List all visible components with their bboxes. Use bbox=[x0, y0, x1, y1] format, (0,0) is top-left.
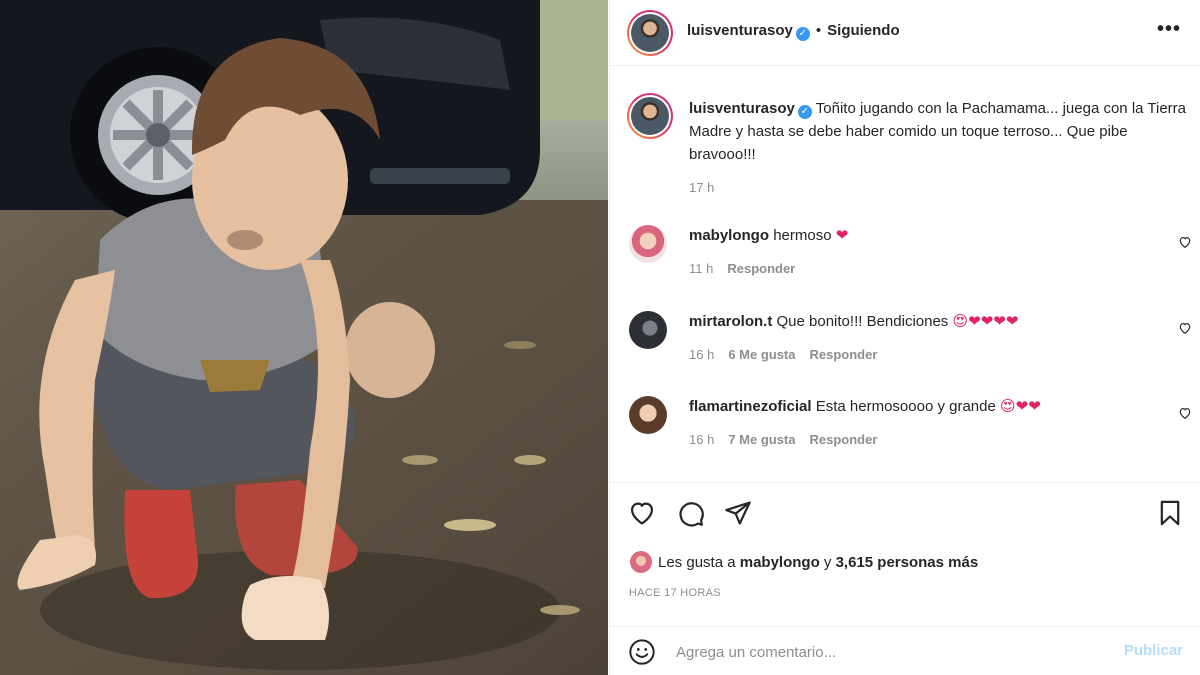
comment-item: mirtarolon.t Que bonito!!! Bendiciones 😍… bbox=[627, 311, 1192, 381]
commenter-avatar[interactable] bbox=[629, 311, 667, 349]
comment-like-count[interactable]: 7 Me gusta bbox=[728, 432, 795, 447]
comment-like-icon[interactable] bbox=[1178, 321, 1192, 340]
post-side-panel: luisventurasoy ✓ • Siguiendo ••• luisventur… bbox=[609, 0, 1200, 675]
separator-dot: • bbox=[815, 22, 822, 39]
verified-badge-icon: ✓ bbox=[797, 105, 812, 119]
comment-item: mabylongo hermoso ❤ 11 h Responder bbox=[627, 225, 1192, 295]
post-action-bar bbox=[610, 482, 1200, 544]
comment-emoji: 😍❤❤❤❤ bbox=[952, 313, 1019, 330]
more-options-icon[interactable]: ••• bbox=[1157, 18, 1181, 41]
comment-meta: 11 h Responder bbox=[689, 261, 795, 276]
caption-username[interactable]: luisventurasoy bbox=[689, 100, 795, 117]
comment-text: mabylongo hermoso ❤ bbox=[689, 225, 1159, 247]
post-header: luisventurasoy ✓ • Siguiendo ••• bbox=[610, 0, 1200, 66]
liker-avatar[interactable] bbox=[630, 551, 652, 573]
commenter-avatar[interactable] bbox=[629, 396, 667, 434]
comment-message: Que bonito!!! Bendiciones bbox=[776, 313, 949, 330]
heart-icon[interactable] bbox=[628, 499, 656, 532]
post-timestamp: HACE 17 HORAS bbox=[629, 587, 721, 599]
caption-text-block: luisventurasoy ✓ Toñito jugando con la Pa… bbox=[689, 97, 1194, 199]
author-username[interactable]: luisventurasoy bbox=[687, 22, 793, 39]
comment-meta: 16 h 7 Me gusta Responder bbox=[689, 432, 877, 447]
comment-input[interactable] bbox=[676, 640, 1096, 664]
reply-button[interactable]: Responder bbox=[727, 261, 795, 276]
comment-bubble-icon[interactable] bbox=[677, 499, 705, 532]
comment-time: 16 h bbox=[689, 432, 715, 447]
smiley-icon[interactable] bbox=[628, 638, 656, 671]
comment-text: flamartinezoficial Esta hermosoooo y gra… bbox=[689, 396, 1159, 418]
paper-plane-icon[interactable] bbox=[724, 499, 752, 532]
header-user-line: luisventurasoy ✓ • Siguiendo bbox=[687, 22, 900, 41]
commenter-username[interactable]: mirtarolon.t bbox=[689, 313, 772, 330]
caption-author-avatar[interactable] bbox=[627, 93, 673, 139]
comment-time: 11 h bbox=[689, 261, 714, 276]
post-photo-illustration bbox=[0, 0, 608, 675]
comment-emoji: ❤ bbox=[835, 227, 849, 244]
comment-meta: 16 h 6 Me gusta Responder bbox=[689, 347, 877, 362]
bookmark-icon[interactable] bbox=[1156, 499, 1184, 532]
likes-prefix: Les gusta a bbox=[658, 554, 736, 571]
reply-button[interactable]: Responder bbox=[810, 432, 878, 447]
comment-time: 16 h bbox=[689, 347, 715, 362]
comment-like-icon[interactable] bbox=[1178, 235, 1192, 254]
commenter-username[interactable]: flamartinezoficial bbox=[689, 398, 812, 415]
verified-badge-icon: ✓ bbox=[795, 27, 810, 41]
liker-username[interactable]: mabylongo bbox=[740, 554, 820, 571]
likes-others-link[interactable]: 3,615 personas más bbox=[836, 554, 979, 571]
comment-like-icon[interactable] bbox=[1178, 406, 1192, 425]
likes-joiner: y bbox=[823, 554, 832, 571]
commenter-avatar[interactable] bbox=[629, 225, 667, 263]
commenter-username[interactable]: mabylongo bbox=[689, 227, 769, 244]
follow-status-button[interactable]: Siguiendo bbox=[827, 22, 900, 39]
comment-message: Esta hermosoooo y grande bbox=[815, 398, 996, 415]
comment-text: mirtarolon.t Que bonito!!! Bendiciones 😍… bbox=[689, 311, 1159, 333]
comment-message: hermoso bbox=[773, 227, 832, 244]
add-comment-bar: Publicar bbox=[610, 626, 1200, 675]
comment-emoji: 😍❤❤ bbox=[1000, 398, 1041, 415]
caption-time: 17 h bbox=[689, 180, 715, 195]
author-avatar[interactable] bbox=[627, 10, 673, 56]
publish-button[interactable]: Publicar bbox=[1124, 642, 1183, 659]
comment-like-count[interactable]: 6 Me gusta bbox=[728, 347, 795, 362]
reply-button[interactable]: Responder bbox=[810, 347, 878, 362]
likes-summary: Les gusta a mabylongo y 3,615 personas m… bbox=[630, 551, 978, 573]
comment-item: flamartinezoficial Esta hermosoooo y gra… bbox=[627, 396, 1192, 466]
post-photo[interactable] bbox=[0, 0, 608, 675]
